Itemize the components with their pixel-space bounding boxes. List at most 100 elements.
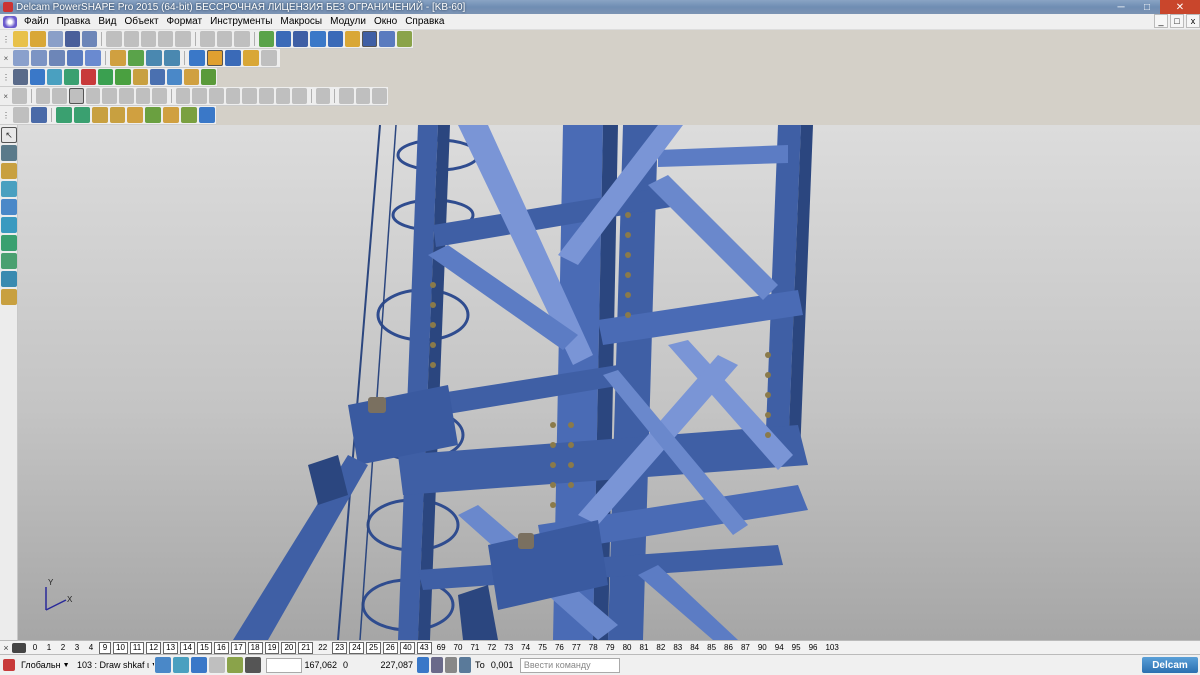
menu-file[interactable]: Файл — [20, 14, 53, 30]
command-input[interactable]: Ввести команду — [519, 657, 620, 673]
workplane-select[interactable]: Глобальн ▼ — [18, 658, 70, 673]
arc-tool-icon[interactable] — [1, 181, 17, 197]
doc-minimize-button[interactable]: _ — [1154, 14, 1168, 28]
workplane-status-icon[interactable] — [3, 659, 15, 671]
coord-lock-icon[interactable] — [459, 657, 471, 673]
level-button[interactable]: 72 — [484, 642, 499, 654]
level-button[interactable]: 3 — [71, 642, 83, 654]
level-button[interactable]: 76 — [552, 642, 567, 654]
find-icon[interactable] — [258, 31, 274, 47]
level-button[interactable]: 12 — [146, 641, 162, 654]
tool-n-icon[interactable] — [242, 88, 257, 104]
tool-u-icon[interactable] — [372, 88, 388, 104]
globe-icon[interactable] — [189, 50, 205, 66]
menu-view[interactable]: Вид — [94, 14, 120, 30]
level-button[interactable]: 23 — [332, 641, 348, 654]
snap-icon[interactable] — [227, 657, 243, 673]
tree-icon[interactable] — [200, 69, 216, 85]
menu-window[interactable]: Окно — [370, 14, 401, 30]
level-button[interactable]: 73 — [501, 642, 516, 654]
paste-icon[interactable] — [140, 31, 157, 47]
level-button[interactable]: 82 — [653, 642, 668, 654]
maximize-button[interactable]: □ — [1134, 0, 1160, 14]
solid-d-icon[interactable] — [91, 107, 108, 123]
level-button[interactable]: 22 — [315, 642, 330, 654]
close-file-icon[interactable] — [47, 31, 63, 47]
doc-restore-button[interactable]: □ — [1170, 14, 1184, 28]
level-button[interactable]: 9 — [99, 641, 111, 654]
solid-icon[interactable] — [64, 69, 80, 85]
open-file-icon[interactable] — [30, 31, 46, 47]
document-icon-2[interactable] — [30, 69, 46, 85]
solid-e-icon[interactable] — [109, 107, 126, 123]
level-button[interactable]: 86 — [721, 642, 736, 654]
level-button[interactable]: 90 — [755, 642, 770, 654]
level-button[interactable]: 70 — [451, 642, 466, 654]
level-button[interactable]: 11 — [129, 641, 145, 654]
level-button[interactable]: 85 — [704, 642, 719, 654]
level-button[interactable]: 78 — [586, 642, 601, 654]
level-button[interactable]: 14 — [180, 641, 195, 654]
view-iso-icon[interactable] — [67, 50, 83, 66]
erase-icon[interactable] — [158, 31, 174, 47]
redo-icon[interactable] — [217, 31, 233, 47]
calculator-icon[interactable] — [431, 657, 443, 673]
layers-icon[interactable] — [379, 31, 395, 47]
surface-tool-icon[interactable] — [1, 217, 17, 233]
probe-icon[interactable] — [344, 31, 361, 47]
menu-help[interactable]: Справка — [401, 14, 448, 30]
level-button[interactable]: 79 — [603, 642, 618, 654]
doc-close-button[interactable]: x — [1186, 14, 1200, 28]
level-icon[interactable] — [13, 69, 29, 85]
level-button[interactable]: 40 — [399, 641, 415, 654]
toolbar-close-2[interactable]: × — [2, 89, 9, 104]
menu-format[interactable]: Формат — [163, 14, 207, 30]
solid-c-icon[interactable] — [73, 107, 90, 123]
text-tool-icon[interactable] — [1, 289, 17, 305]
light-icon[interactable] — [243, 50, 259, 66]
curve-tool-icon[interactable] — [1, 199, 17, 215]
cut-icon[interactable] — [106, 31, 122, 47]
select-arrow-icon[interactable]: ↖ — [1, 127, 17, 143]
tool-h-icon[interactable] — [135, 88, 151, 104]
level-button[interactable]: 74 — [518, 642, 533, 654]
select-all-icon[interactable] — [173, 657, 189, 673]
level-button[interactable]: 71 — [467, 642, 482, 654]
level-button[interactable]: 18 — [247, 641, 263, 654]
zoom-icon[interactable] — [128, 50, 144, 66]
sphere-icon[interactable] — [81, 69, 97, 85]
tool-m-icon[interactable] — [225, 88, 241, 104]
tool-p-icon[interactable] — [275, 88, 291, 104]
tolerance-value[interactable]: 0,001 — [488, 658, 518, 673]
minimize-button[interactable]: ─ — [1108, 0, 1134, 14]
level-button[interactable]: 1 — [43, 642, 55, 654]
menu-object[interactable]: Объект — [120, 14, 162, 30]
level-button[interactable]: 103 — [822, 642, 841, 654]
select-filter-icon[interactable] — [155, 657, 171, 673]
level-button[interactable]: 0 — [29, 642, 41, 654]
level-button[interactable]: 95 — [789, 642, 804, 654]
level-select[interactable]: 103 : Draw shkaf ι▼ — [74, 658, 154, 673]
view-top-icon[interactable] — [13, 50, 29, 66]
help-pointer-icon[interactable] — [234, 31, 250, 47]
status-empty-field[interactable] — [266, 657, 302, 673]
line-icon[interactable] — [1, 163, 17, 179]
workplane-icon[interactable] — [1, 145, 17, 161]
extrude-icon[interactable] — [115, 69, 131, 85]
solid-f-icon[interactable] — [127, 107, 144, 123]
hand-icon[interactable] — [261, 50, 277, 66]
block-icon[interactable] — [132, 69, 148, 85]
tool-e-icon[interactable] — [85, 88, 101, 104]
component-icon[interactable] — [166, 69, 182, 85]
solid-h-icon[interactable] — [163, 107, 180, 123]
level-button[interactable]: 43 — [416, 641, 432, 654]
stop-icon[interactable] — [445, 657, 457, 673]
grid-icon[interactable] — [245, 657, 261, 673]
level-button[interactable]: 84 — [687, 642, 702, 654]
graphics-viewport[interactable]: Y X — [18, 125, 1200, 640]
print-icon[interactable] — [82, 31, 98, 47]
solid-g-icon[interactable] — [145, 107, 162, 123]
level-button[interactable]: 81 — [637, 642, 652, 654]
tool-k-icon[interactable] — [192, 88, 207, 104]
wizard-icon[interactable] — [396, 31, 413, 47]
